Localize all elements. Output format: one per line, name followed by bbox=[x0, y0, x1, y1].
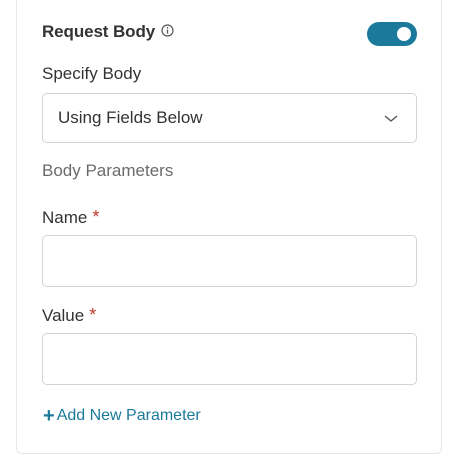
name-label: Name bbox=[42, 208, 88, 227]
value-label-row: Value * bbox=[42, 305, 96, 326]
request-body-toggle[interactable] bbox=[367, 22, 417, 46]
chevron-down-icon bbox=[384, 115, 398, 122]
info-circle-icon[interactable] bbox=[161, 23, 174, 37]
request-body-title: Request Body bbox=[42, 22, 156, 41]
name-input[interactable] bbox=[42, 235, 417, 287]
request-body-header: Request Body bbox=[42, 19, 417, 45]
specify-body-label: Specify Body bbox=[42, 64, 142, 83]
add-new-parameter-label: Add New Parameter bbox=[56, 407, 201, 424]
specify-body-select[interactable]: Using Fields Below bbox=[42, 93, 417, 143]
value-input[interactable] bbox=[42, 333, 417, 385]
body-parameters-heading: Body Parameters bbox=[42, 161, 174, 180]
specify-body-selected-value: Using Fields Below bbox=[58, 108, 203, 127]
plus-icon: + bbox=[43, 405, 55, 427]
toggle-knob bbox=[397, 27, 411, 41]
value-label: Value bbox=[42, 306, 85, 325]
name-label-row: Name * bbox=[42, 207, 99, 228]
name-required-marker: * bbox=[92, 207, 100, 227]
add-new-parameter-link[interactable]: + Add New Parameter bbox=[43, 406, 201, 426]
value-required-marker: * bbox=[89, 305, 97, 325]
